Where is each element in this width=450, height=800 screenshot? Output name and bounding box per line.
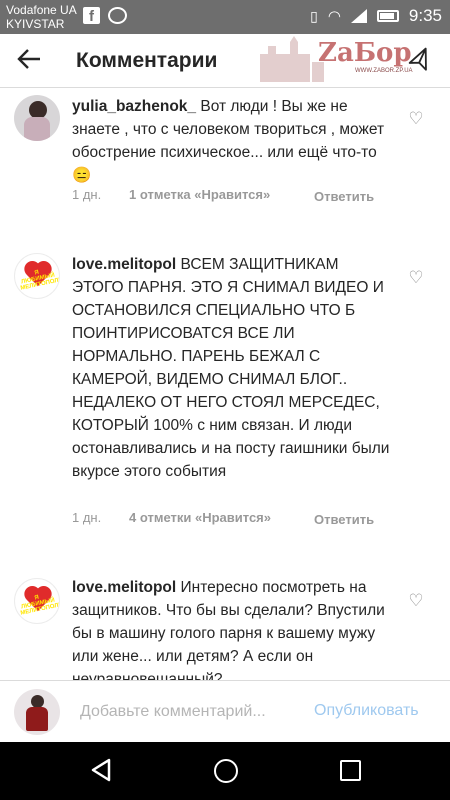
heart-icon[interactable]: ♡ <box>406 591 426 611</box>
comment-input[interactable] <box>80 699 300 725</box>
publish-button[interactable]: Опубликовать <box>314 702 419 720</box>
comment-input-bar: Опубликовать <box>0 680 450 742</box>
comment-time: 1 дн. <box>72 510 102 525</box>
comment-time: 1 дн. <box>72 187 102 202</box>
comment-likes[interactable]: 1 отметка «Нравится» <box>129 187 270 202</box>
comment-username[interactable]: yulia_bazhenok_ <box>72 98 196 115</box>
avatar[interactable] <box>14 95 60 141</box>
comments-list[interactable]: yulia_bazhenok_ Вот люди ! Вы же не знае… <box>0 88 450 680</box>
carrier-secondary: KYIVSTAR <box>6 17 65 31</box>
system-nav-bar <box>0 742 450 800</box>
avatar[interactable]: Я ЛЮБИМЫЙ МЕЛИТОПОЛЬ <box>14 253 60 299</box>
carrier-info: Vodafone UA KYIVSTAR <box>6 3 77 31</box>
heart-icon[interactable]: ♡ <box>406 268 426 288</box>
battery-icon <box>376 10 399 22</box>
comment-body: ВСЕМ ЗАЩИТНИКАМ ЭТОГО ПАРНЯ. ЭТО Я СНИМА… <box>72 256 390 480</box>
status-right: ▯ ◠ 9:35 <box>310 6 442 26</box>
watermark-subtext: WWW.ZABOR.ZP.UA <box>355 68 413 74</box>
wifi-icon: ◠ <box>327 8 341 25</box>
app-header: Комментарии ZaБор WWW.ZABOR.ZP.UA <box>0 34 450 88</box>
status-bar: Vodafone UA KYIVSTAR f ▯ ◠ 9:35 <box>0 0 450 34</box>
carrier-primary: Vodafone UA <box>6 3 77 17</box>
vibrate-icon: ▯ <box>310 7 318 24</box>
facebook-icon: f <box>83 7 100 25</box>
arrow-left-icon[interactable] <box>16 46 46 76</box>
nav-home-icon[interactable] <box>214 759 238 783</box>
comment-text: love.melitopol Интересно посмотреть на з… <box>72 576 392 680</box>
avatar <box>14 689 60 735</box>
comment-text: love.melitopol ВСЕМ ЗАЩИТНИКАМ ЭТОГО ПАР… <box>72 253 392 483</box>
clock: 9:35 <box>408 6 442 25</box>
comment-username[interactable]: love.melitopol <box>72 579 176 596</box>
watermark-text: ZaБор <box>318 38 412 68</box>
avatar[interactable]: Я ЛЮБИМЫЙ МЕЛИТОПОЛЬ <box>14 578 60 624</box>
nav-recents-icon[interactable] <box>340 760 361 781</box>
comment-likes[interactable]: 4 отметки «Нравится» <box>129 510 271 525</box>
signal-icon <box>350 9 367 23</box>
reply-button[interactable]: Ответить <box>314 187 374 207</box>
reply-button[interactable]: Ответить <box>314 510 374 530</box>
messenger-icon <box>108 7 127 24</box>
comment-text: yulia_bazhenok_ Вот люди ! Вы же не знае… <box>72 95 392 187</box>
heart-icon[interactable]: ♡ <box>406 109 426 129</box>
nav-back-icon[interactable] <box>90 758 112 782</box>
comment-username[interactable]: love.melitopol <box>72 256 176 273</box>
page-title: Комментарии <box>76 49 218 72</box>
